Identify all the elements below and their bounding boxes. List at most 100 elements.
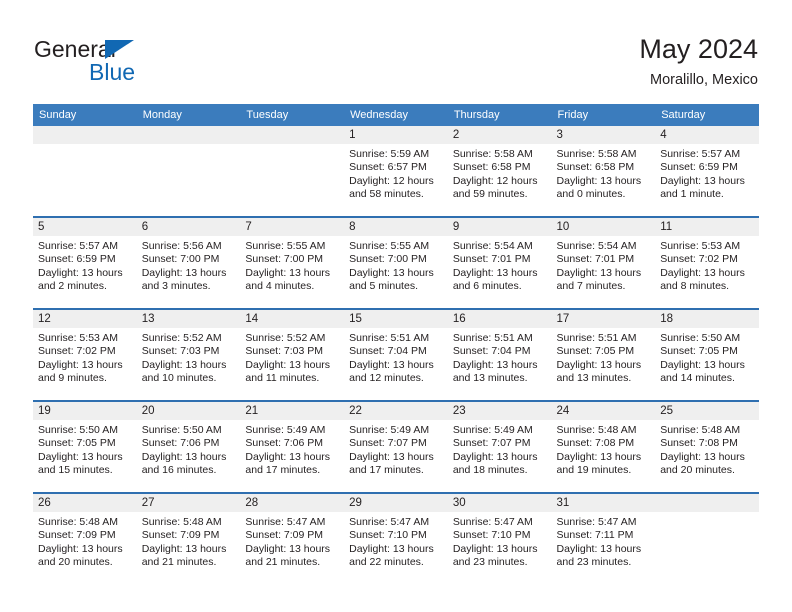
calendar-day-cell[interactable]: 14 Sunrise: 5:52 AM Sunset: 7:03 PM Dayligh…	[240, 308, 345, 401]
sunset-text: Sunset: 7:02 PM	[660, 253, 738, 266]
logo-text-blue: Blue	[89, 59, 136, 85]
day-details: Sunrise: 5:49 AM Sunset: 7:06 PM Daylight:…	[240, 420, 344, 478]
sunrise-text: Sunrise: 5:55 AM	[349, 240, 430, 252]
calendar-day-cell[interactable]: 2 Sunrise: 5:58 AM Sunset: 6:58 PM Daylight…	[447, 126, 552, 217]
day-cell-inner: 14 Sunrise: 5:52 AM Sunset: 7:03 PM Dayligh…	[240, 310, 345, 400]
calendar-week-row: 19 Sunrise: 5:50 AM Sunset: 7:05 PM Dayligh…	[33, 400, 759, 493]
day-number: 2	[447, 126, 552, 144]
page-header: General Blue May 2024 Moralillo, Mexico	[0, 0, 792, 104]
day-cell-inner: 31 Sunrise: 5:47 AM Sunset: 7:11 PM Dayligh…	[551, 494, 656, 584]
day-details: Sunrise: 5:57 AM Sunset: 6:59 PM Daylight:…	[655, 144, 759, 202]
calendar-day-cell-empty	[33, 126, 137, 217]
calendar-day-cell[interactable]: 26 Sunrise: 5:48 AM Sunset: 7:09 PM Dayligh…	[33, 492, 137, 584]
day-details: Sunrise: 5:50 AM Sunset: 7:05 PM Daylight:…	[33, 420, 137, 478]
day-cell-inner: 18 Sunrise: 5:50 AM Sunset: 7:05 PM Dayligh…	[655, 310, 759, 400]
general-blue-logo[interactable]: General Blue	[34, 36, 234, 88]
calendar-day-cell[interactable]: 7 Sunrise: 5:55 AM Sunset: 7:00 PM Daylight…	[240, 216, 345, 309]
calendar-day-cell[interactable]: 27 Sunrise: 5:48 AM Sunset: 7:09 PM Dayligh…	[136, 492, 241, 584]
calendar-day-cell[interactable]: 21 Sunrise: 5:49 AM Sunset: 7:06 PM Dayligh…	[240, 400, 345, 493]
day-cell-inner: 23 Sunrise: 5:49 AM Sunset: 7:07 PM Dayligh…	[447, 402, 552, 492]
calendar-day-cell[interactable]: 9 Sunrise: 5:54 AM Sunset: 7:01 PM Daylight…	[447, 216, 552, 309]
daylight-text: Daylight: 13 hours and 5 minutes.	[349, 266, 434, 293]
sunrise-text: Sunrise: 5:54 AM	[452, 240, 533, 252]
weekday-header-row: Sunday Monday Tuesday Wednesday Thursday Frid…	[33, 104, 759, 126]
day-details: Sunrise: 5:50 AM Sunset: 7:05 PM Daylight:…	[655, 328, 759, 386]
calendar-day-cell[interactable]: 12 Sunrise: 5:53 AM Sunset: 7:02 PM Dayligh…	[33, 308, 137, 401]
calendar-day-cell[interactable]: 28 Sunrise: 5:47 AM Sunset: 7:09 PM Dayligh…	[240, 492, 345, 584]
page-subtitle: Moralillo, Mexico	[650, 72, 758, 88]
sunrise-text: Sunrise: 5:55 AM	[245, 240, 326, 252]
day-details: Sunrise: 5:47 AM Sunset: 7:10 PM Daylight:…	[344, 512, 448, 570]
day-number: 1	[344, 126, 448, 144]
weekday-header-tuesday: Tuesday	[240, 104, 345, 126]
day-number: 23	[447, 402, 552, 420]
calendar-day-cell[interactable]: 30 Sunrise: 5:47 AM Sunset: 7:10 PM Dayligh…	[447, 492, 552, 584]
day-details: Sunrise: 5:52 AM Sunset: 7:03 PM Daylight:…	[137, 328, 241, 386]
calendar-day-cell[interactable]: 11 Sunrise: 5:53 AM Sunset: 7:02 PM Dayligh…	[655, 216, 759, 309]
day-number: 18	[655, 310, 759, 328]
day-number: 9	[447, 218, 552, 236]
calendar-day-cell[interactable]: 22 Sunrise: 5:49 AM Sunset: 7:07 PM Dayligh…	[344, 400, 448, 493]
sunset-text: Sunset: 7:03 PM	[245, 345, 324, 358]
calendar-day-cell[interactable]: 18 Sunrise: 5:50 AM Sunset: 7:05 PM Dayligh…	[655, 308, 759, 401]
calendar-day-cell[interactable]: 5 Sunrise: 5:57 AM Sunset: 6:59 PM Daylight…	[33, 216, 137, 309]
sunset-text: Sunset: 6:57 PM	[349, 161, 427, 174]
sunrise-text: Sunrise: 5:50 AM	[141, 424, 222, 436]
sunset-text: Sunset: 7:07 PM	[452, 437, 531, 450]
calendar-day-cell[interactable]: 24 Sunrise: 5:48 AM Sunset: 7:08 PM Dayligh…	[551, 400, 656, 493]
day-cell-inner	[655, 494, 759, 584]
calendar-day-cell[interactable]: 3 Sunrise: 5:58 AM Sunset: 6:58 PM Daylight…	[551, 126, 656, 217]
daylight-text: Daylight: 12 hours and 59 minutes.	[452, 174, 538, 201]
daylight-text: Daylight: 13 hours and 22 minutes.	[349, 542, 434, 569]
daylight-text: Daylight: 13 hours and 20 minutes.	[38, 542, 123, 569]
day-details: Sunrise: 5:59 AM Sunset: 6:57 PM Daylight:…	[344, 144, 448, 202]
sunset-text: Sunset: 6:58 PM	[452, 161, 531, 174]
day-number: 11	[655, 218, 759, 236]
sunset-text: Sunset: 7:03 PM	[141, 345, 220, 358]
day-cell-inner: 6 Sunrise: 5:56 AM Sunset: 7:00 PM Daylight…	[136, 218, 241, 308]
day-details: Sunrise: 5:56 AM Sunset: 7:00 PM Daylight:…	[137, 236, 241, 294]
sunset-text: Sunset: 7:05 PM	[556, 345, 635, 358]
day-number: 5	[33, 218, 137, 236]
calendar-day-cell[interactable]: 6 Sunrise: 5:56 AM Sunset: 7:00 PM Daylight…	[136, 216, 241, 309]
day-cell-inner: 11 Sunrise: 5:53 AM Sunset: 7:02 PM Dayligh…	[655, 218, 759, 308]
calendar-day-cell[interactable]: 16 Sunrise: 5:51 AM Sunset: 7:04 PM Dayligh…	[447, 308, 552, 401]
day-cell-inner	[33, 126, 137, 216]
calendar-day-cell[interactable]: 25 Sunrise: 5:48 AM Sunset: 7:08 PM Dayligh…	[655, 400, 759, 493]
calendar-day-cell[interactable]: 31 Sunrise: 5:47 AM Sunset: 7:11 PM Dayligh…	[551, 492, 656, 584]
calendar-day-cell[interactable]: 8 Sunrise: 5:55 AM Sunset: 7:00 PM Daylight…	[344, 216, 448, 309]
sunset-text: Sunset: 7:08 PM	[660, 437, 738, 450]
calendar-day-cell[interactable]: 19 Sunrise: 5:50 AM Sunset: 7:05 PM Dayligh…	[33, 400, 137, 493]
sunrise-text: Sunrise: 5:48 AM	[556, 424, 637, 436]
daylight-text: Daylight: 13 hours and 9 minutes.	[38, 358, 123, 385]
calendar-day-cell[interactable]: 13 Sunrise: 5:52 AM Sunset: 7:03 PM Dayligh…	[136, 308, 241, 401]
calendar-day-cell[interactable]: 4 Sunrise: 5:57 AM Sunset: 6:59 PM Daylight…	[655, 126, 759, 217]
calendar-day-cell-empty	[136, 126, 241, 217]
sunset-text: Sunset: 7:01 PM	[452, 253, 531, 266]
weekday-header-saturday: Saturday	[655, 104, 759, 126]
calendar-day-cell[interactable]: 17 Sunrise: 5:51 AM Sunset: 7:05 PM Dayligh…	[551, 308, 656, 401]
daylight-text: Daylight: 13 hours and 14 minutes.	[660, 358, 745, 385]
sunrise-text: Sunrise: 5:50 AM	[38, 424, 118, 436]
weekday-header-monday: Monday	[136, 104, 241, 126]
day-details: Sunrise: 5:47 AM Sunset: 7:11 PM Daylight:…	[552, 512, 656, 570]
sunrise-text: Sunrise: 5:58 AM	[556, 148, 637, 160]
calendar-day-cell[interactable]: 10 Sunrise: 5:54 AM Sunset: 7:01 PM Dayligh…	[551, 216, 656, 309]
calendar-grid: Sunday Monday Tuesday Wednesday Thursday Frid…	[33, 104, 759, 584]
calendar-day-cell[interactable]: 29 Sunrise: 5:47 AM Sunset: 7:10 PM Dayligh…	[344, 492, 448, 584]
calendar-day-cell[interactable]: 23 Sunrise: 5:49 AM Sunset: 7:07 PM Dayligh…	[447, 400, 552, 493]
weekday-header-friday: Friday	[551, 104, 656, 126]
calendar-day-cell[interactable]: 20 Sunrise: 5:50 AM Sunset: 7:06 PM Dayligh…	[136, 400, 241, 493]
day-number: 22	[344, 402, 448, 420]
calendar-day-cell[interactable]: 15 Sunrise: 5:51 AM Sunset: 7:04 PM Dayligh…	[344, 308, 448, 401]
day-number: 16	[447, 310, 552, 328]
day-details: Sunrise: 5:51 AM Sunset: 7:04 PM Daylight:…	[448, 328, 552, 386]
day-number	[33, 126, 137, 144]
daylight-text: Daylight: 13 hours and 16 minutes.	[141, 450, 227, 477]
day-number: 31	[551, 494, 656, 512]
sunrise-text: Sunrise: 5:49 AM	[349, 424, 430, 436]
calendar-day-cell[interactable]: 1 Sunrise: 5:59 AM Sunset: 6:57 PM Daylight…	[344, 126, 448, 217]
day-number: 24	[551, 402, 656, 420]
day-details: Sunrise: 5:53 AM Sunset: 7:02 PM Daylight:…	[33, 328, 137, 386]
calendar-day-cell-empty	[655, 492, 759, 584]
